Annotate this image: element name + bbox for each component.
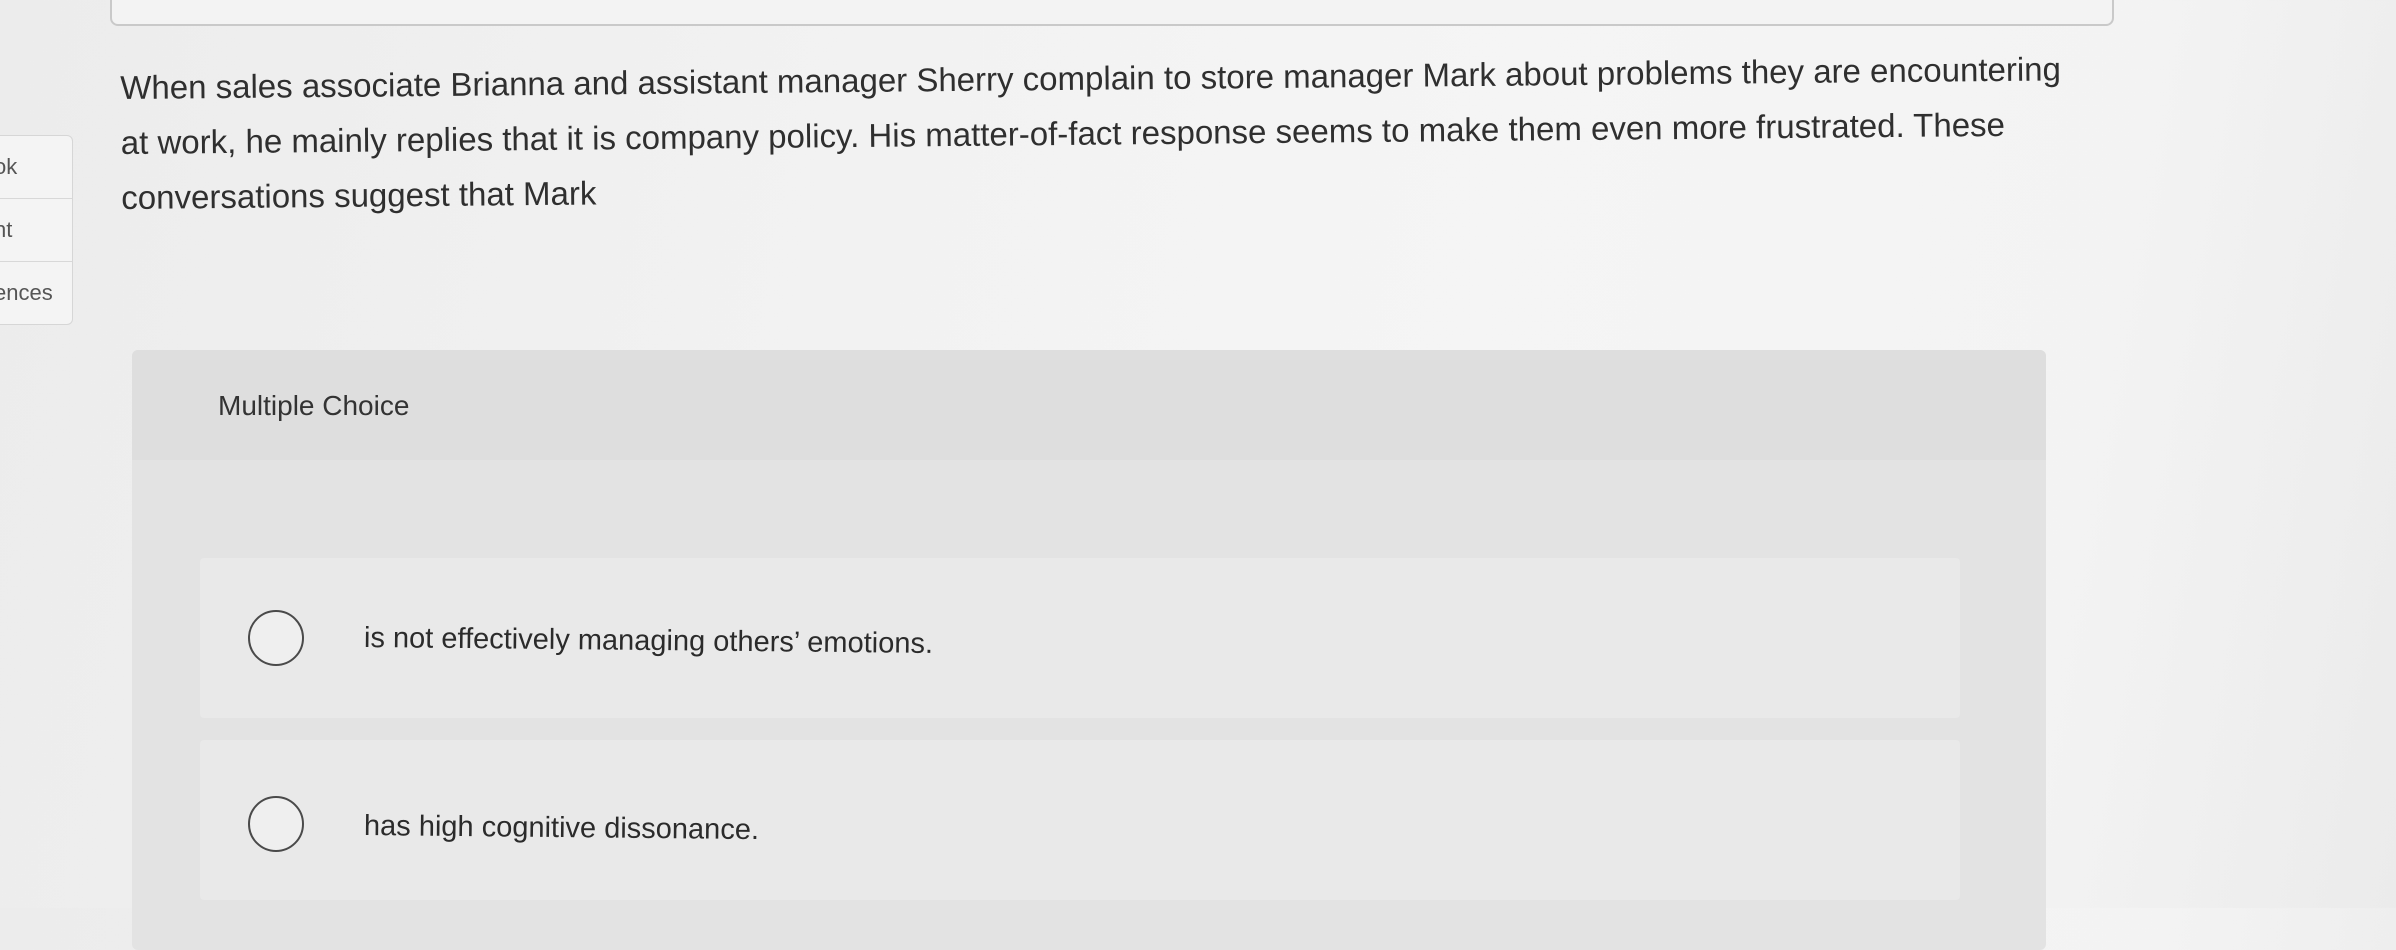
answer-option[interactable]: has high cognitive dissonance. bbox=[200, 740, 1960, 900]
answer-option-text: has high cognitive dissonance. bbox=[363, 810, 760, 847]
multiple-choice-header: Multiple Choice bbox=[132, 350, 2046, 460]
answer-option[interactable]: is not effectively managing others’ emot… bbox=[200, 558, 1960, 718]
top-panel-edge bbox=[110, 0, 2114, 26]
sidebar-item-label: ences bbox=[0, 280, 53, 305]
sidebar-item-ebook[interactable]: ok bbox=[0, 136, 72, 199]
answer-option-text: is not effectively managing others’ emot… bbox=[363, 622, 934, 660]
radio-button-icon[interactable] bbox=[248, 610, 304, 666]
left-sidebar-nav: ok nt ences bbox=[0, 135, 73, 325]
sidebar-item-references[interactable]: ences bbox=[0, 262, 72, 324]
multiple-choice-label: Multiple Choice bbox=[218, 390, 410, 421]
sidebar-item-label: nt bbox=[0, 217, 13, 242]
multiple-choice-panel: Multiple Choice is not effectively manag… bbox=[132, 350, 2046, 950]
radio-button-icon[interactable] bbox=[248, 796, 304, 852]
sidebar-item-print[interactable]: nt bbox=[0, 199, 72, 262]
question-prompt: When sales associate Brianna and assista… bbox=[120, 50, 2062, 216]
sidebar-item-label: ok bbox=[0, 154, 18, 179]
